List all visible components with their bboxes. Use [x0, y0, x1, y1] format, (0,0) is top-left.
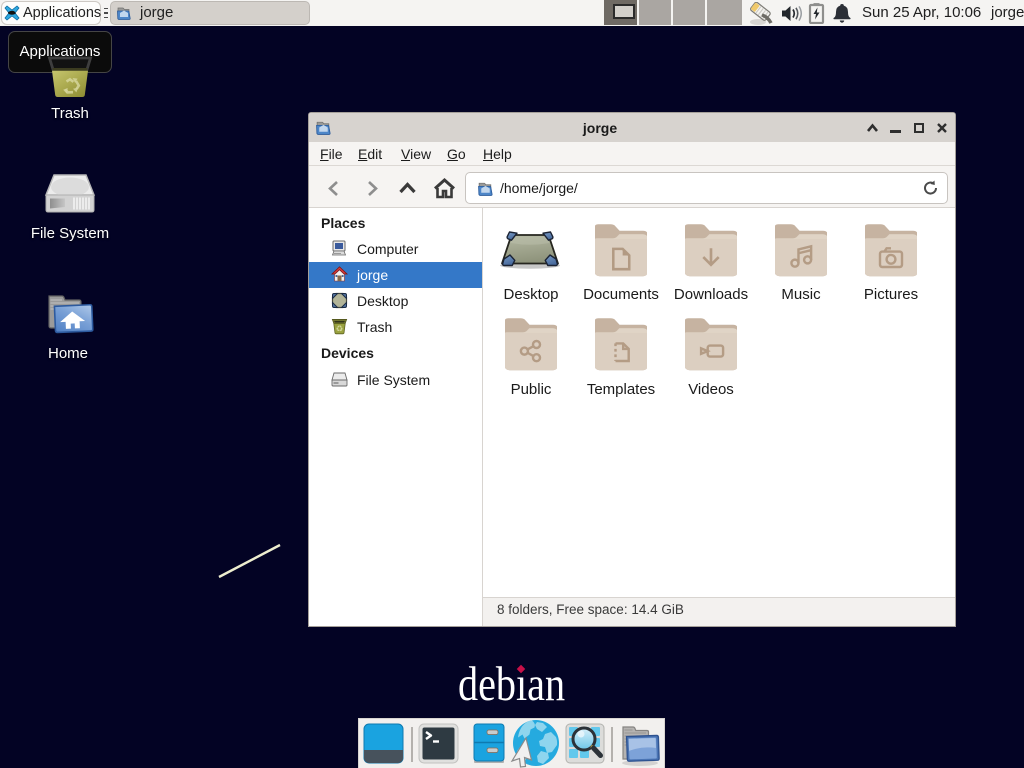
- svg-text:♻: ♻: [336, 324, 344, 334]
